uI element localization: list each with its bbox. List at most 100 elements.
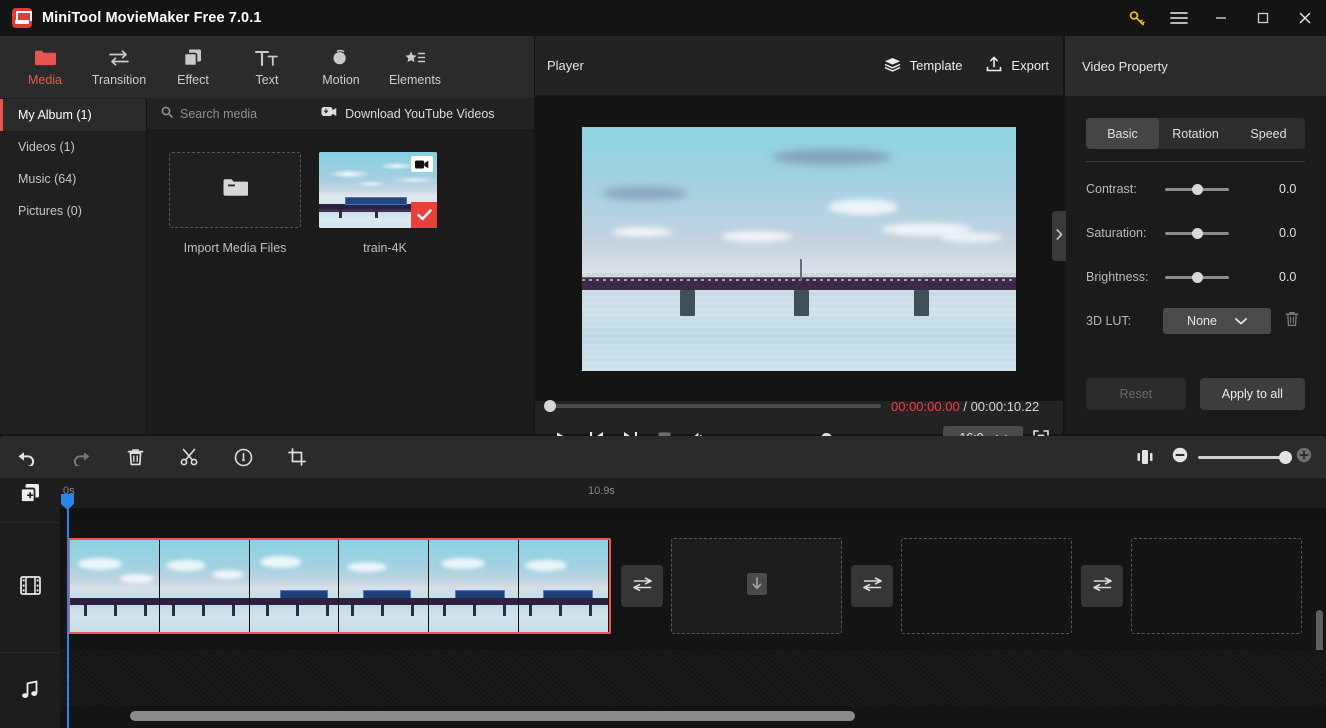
panel-collapse-button[interactable] [1052, 211, 1066, 261]
export-button[interactable]: Export [986, 56, 1049, 75]
import-media-cell[interactable]: Import Media Files [169, 152, 301, 255]
timeline-horizontal-scrollbar[interactable] [120, 706, 1326, 728]
album-label-music: Music (64) [18, 172, 77, 186]
contrast-handle[interactable] [1192, 183, 1203, 195]
ribbon-item-media[interactable]: Media [8, 38, 82, 96]
media-item-train-4k[interactable]: train-4K [319, 152, 451, 255]
video-track-lane[interactable] [60, 522, 1326, 668]
zoom-out-button[interactable] [1172, 447, 1188, 468]
album-item-videos[interactable]: Videos (1) [0, 131, 146, 163]
import-media-dropzone[interactable] [169, 152, 301, 228]
audio-track-lane[interactable] [60, 650, 1326, 706]
minimize-icon[interactable] [1200, 0, 1242, 36]
template-button[interactable]: Template [884, 57, 962, 75]
ribbon-item-effect[interactable]: Effect [156, 38, 230, 96]
split-button[interactable] [162, 436, 216, 478]
elements-star-icon [403, 48, 427, 68]
transition-slot-2[interactable] [851, 565, 893, 607]
download-youtube-button[interactable]: Download YouTube Videos [321, 106, 495, 121]
transition-arrows-icon [1092, 576, 1112, 597]
search-input[interactable]: Search media [161, 106, 257, 121]
reset-button[interactable]: Reset [1086, 378, 1186, 410]
timeline-tracks[interactable] [60, 508, 1326, 728]
saturation-value: 0.0 [1279, 226, 1297, 240]
media-item-label: train-4K [363, 241, 407, 255]
zoom-in-button[interactable] [1296, 447, 1312, 468]
app-title: MiniTool MovieMaker Free 7.0.1 [42, 10, 262, 26]
contrast-slider[interactable] [1165, 183, 1229, 195]
delete-button[interactable] [108, 436, 162, 478]
album-item-pictures[interactable]: Pictures (0) [0, 195, 146, 227]
transition-slot-3[interactable] [1081, 565, 1123, 607]
ribbon-item-motion[interactable]: Motion [304, 38, 378, 96]
track-head-video[interactable] [0, 523, 60, 652]
layers-square-icon [183, 48, 203, 68]
import-media-label: Import Media Files [183, 241, 287, 255]
preview-cloud [612, 226, 672, 237]
zoom-slider[interactable] [1198, 450, 1292, 464]
ribbon-item-transition[interactable]: Transition [82, 38, 156, 96]
transition-slot-1[interactable] [621, 565, 663, 607]
zoom-handle[interactable] [1279, 450, 1292, 464]
crop-button[interactable] [270, 436, 324, 478]
youtube-download-icon [321, 106, 337, 121]
saturation-row: Saturation: 0.0 [1086, 216, 1326, 250]
saturation-handle[interactable] [1192, 227, 1203, 239]
export-upload-icon [986, 56, 1002, 75]
redo-button[interactable] [54, 436, 108, 478]
close-icon[interactable] [1284, 0, 1326, 36]
media-grid: Import Media Files train-4K [147, 130, 534, 255]
track-head-audio[interactable] [0, 653, 60, 728]
preview-cloud [722, 230, 792, 242]
player-header-actions: Template Export [884, 56, 1049, 75]
tab-basic[interactable]: Basic [1086, 118, 1159, 149]
key-icon[interactable] [1116, 0, 1158, 36]
drop-slot-2[interactable] [901, 538, 1072, 634]
check-icon[interactable] [411, 202, 437, 228]
album-item-music[interactable]: Music (64) [0, 163, 146, 195]
add-track-button[interactable] [0, 478, 60, 508]
lut-select[interactable]: None [1163, 308, 1271, 334]
seek-handle[interactable] [544, 400, 556, 412]
seek-slider[interactable] [544, 400, 881, 412]
app-window: MiniTool MovieMaker Free 7.0.1 Media Tra… [0, 0, 1326, 728]
trash-icon [1285, 311, 1299, 332]
saturation-slider[interactable] [1165, 227, 1229, 239]
media-thumbnail[interactable] [319, 152, 437, 228]
timeline-clip-train-4k[interactable] [68, 538, 611, 634]
tab-rotation[interactable]: Rotation [1159, 118, 1232, 149]
tab-speed[interactable]: Speed [1232, 118, 1305, 149]
lut-value: None [1187, 314, 1217, 328]
track-head-spacer [0, 508, 60, 522]
timeline-ruler[interactable]: 0s 10.9s [60, 478, 1326, 508]
current-time: 00:00:00.00 [891, 398, 960, 414]
ruler-mark-109s: 10.9s [588, 485, 615, 497]
total-time: 00:00:10.22 [970, 398, 1040, 414]
time-separator: / [963, 398, 967, 414]
lut-delete-button[interactable] [1285, 311, 1299, 332]
drop-slot-3[interactable] [1131, 538, 1302, 634]
contrast-label: Contrast: [1086, 182, 1137, 196]
apply-to-all-button[interactable]: Apply to all [1199, 378, 1305, 410]
brightness-slider[interactable] [1165, 271, 1229, 283]
video-stage[interactable] [535, 96, 1063, 401]
ribbon-item-elements[interactable]: Elements [378, 38, 452, 96]
preview-railing [582, 278, 1016, 281]
album-item-my-album[interactable]: My Album (1) [0, 99, 146, 131]
menu-icon[interactable] [1158, 0, 1200, 36]
brightness-handle[interactable] [1192, 271, 1203, 283]
maximize-icon[interactable] [1242, 0, 1284, 36]
horizontal-scroll-thumb[interactable] [130, 711, 855, 721]
drop-slot-1[interactable] [671, 538, 842, 634]
left-panel: Media Transition Effect Text Motion Elem… [0, 36, 534, 434]
undo-button[interactable] [0, 436, 54, 478]
player-title: Player [547, 58, 584, 73]
time-display: 00:00:00.00 / 00:00:10.22 [891, 399, 1039, 414]
speed-button[interactable] [216, 436, 270, 478]
thumbnail-train [345, 197, 407, 205]
player-panel: Player Template Export 00:00:00.00 / 00:… [535, 36, 1063, 450]
video-preview [582, 126, 1016, 371]
ribbon-item-text[interactable]: Text [230, 38, 304, 96]
app-logo-icon [12, 8, 32, 28]
split-view-icon[interactable] [1128, 436, 1162, 478]
